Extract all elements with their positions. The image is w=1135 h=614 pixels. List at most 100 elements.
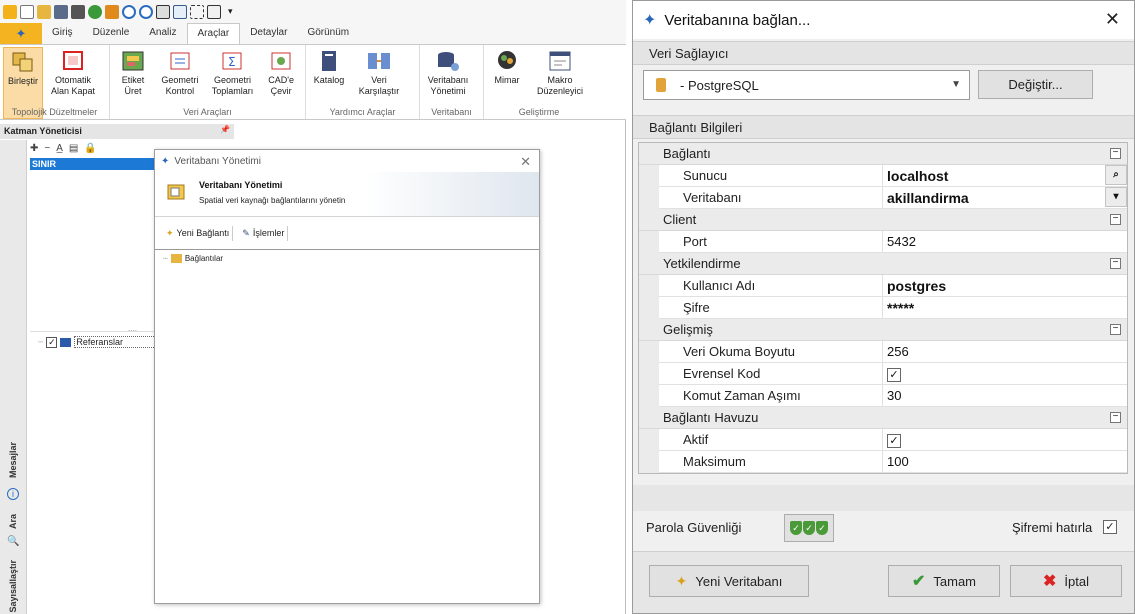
dialog-title: Veritabanına bağlan...: [664, 11, 811, 29]
chevron-down-icon[interactable]: ▾: [1105, 187, 1127, 207]
binoculars-icon[interactable]: ⌕: [1105, 165, 1127, 185]
server-field[interactable]: localhost ⌕: [883, 165, 1127, 186]
property-grid: Bağlantı − Sunucu localhost ⌕ Veritabanı…: [638, 142, 1128, 474]
connections-tree-root[interactable]: ┄ Bağlantılar: [155, 250, 539, 267]
reference-checkbox[interactable]: ✓: [46, 336, 58, 348]
read-size-field[interactable]: 256: [883, 341, 1127, 362]
save-icon[interactable]: [54, 4, 68, 19]
database-management-label: Veritabanı Yönetimi: [427, 75, 469, 96]
collapse-icon[interactable]: −: [1110, 214, 1121, 225]
book-icon: [60, 337, 72, 347]
remove-layer-icon[interactable]: −: [44, 143, 50, 157]
chevron-down-icon: ▼: [951, 79, 961, 90]
universal-code-checkbox[interactable]: ✓: [887, 368, 901, 382]
selection-frame-icon[interactable]: [190, 4, 204, 19]
row-active: Aktif ✓: [659, 429, 1127, 451]
new-connection-icon: ✦: [166, 227, 174, 238]
username-field[interactable]: postgres: [883, 275, 1127, 296]
grid-indent: [639, 429, 659, 473]
collapse-icon[interactable]: −: [1110, 324, 1121, 335]
ribbon-group-caption: Veritabanı: [431, 107, 472, 117]
grid-icon[interactable]: [156, 4, 170, 19]
lock-icon[interactable]: 🔒: [84, 143, 96, 157]
tab-duzenle[interactable]: Düzenle: [83, 23, 140, 44]
tab-gorunum[interactable]: Görünüm: [297, 23, 359, 44]
new-database-button[interactable]: ✦ Yeni Veritabanı: [649, 565, 809, 597]
open-folder-icon[interactable]: [37, 4, 51, 19]
table-icon[interactable]: [173, 4, 187, 19]
inner-close-icon[interactable]: ✕: [520, 154, 531, 170]
side-tab-search[interactable]: Ara: [8, 514, 18, 529]
timeout-label: Komut Zaman Aşımı: [659, 385, 883, 406]
tab-araclar[interactable]: Araçlar: [186, 23, 241, 44]
reference-layer-item[interactable]: ┄ ✓ Referanslar: [38, 336, 164, 348]
collapse-icon[interactable]: −: [1110, 148, 1121, 159]
change-provider-button[interactable]: Değiştir...: [978, 70, 1093, 99]
new-connection-button[interactable]: ✦ Yeni Bağlantı: [163, 225, 234, 241]
ribbon-group-caption: Veri Araçları: [183, 107, 232, 117]
password-field[interactable]: *****: [883, 297, 1127, 318]
convert-to-cad-label: CAD'e Çevir: [268, 75, 295, 96]
category-advanced: Gelişmiş −: [639, 319, 1127, 341]
side-tab-messages[interactable]: Mesajlar: [8, 442, 18, 478]
remember-password-checkbox[interactable]: ✓: [1103, 520, 1117, 534]
provider-value: - PostgreSQL: [680, 77, 759, 93]
new-file-icon[interactable]: [20, 4, 34, 19]
merge-label: Birleştir: [7, 76, 38, 86]
close-icon[interactable]: ✕: [1105, 9, 1120, 30]
pin-icon[interactable]: 📌: [220, 125, 230, 134]
collapse-icon[interactable]: −: [1110, 258, 1121, 269]
geometry-check-icon: [170, 52, 190, 70]
side-tab-digitize[interactable]: Sayısallaştır: [8, 560, 18, 613]
search-icon[interactable]: 🔍: [7, 536, 19, 547]
architect-label: Mimar: [494, 75, 520, 85]
provider-select[interactable]: - PostgreSQL ▼: [643, 70, 970, 100]
grid-footer-band: [633, 485, 1134, 511]
redo-icon[interactable]: [139, 4, 153, 19]
tab-analiz[interactable]: Analiz: [139, 23, 186, 44]
row-timeout: Komut Zaman Aşımı 30: [659, 385, 1127, 407]
password-label: Şifre: [659, 297, 883, 318]
ribbon-tabs: ✦ Giriş Düzenle Analiz Araçlar Detaylar …: [0, 23, 626, 44]
add-layer-icon[interactable]: ✚: [30, 143, 38, 157]
app-star-icon: ✦: [643, 12, 657, 29]
collapse-icon[interactable]: −: [1110, 412, 1121, 423]
file-menu-button[interactable]: ✦: [0, 23, 42, 44]
print-icon[interactable]: [71, 4, 85, 19]
undo-icon[interactable]: [122, 4, 136, 19]
grid-indent: [639, 341, 659, 407]
comment-icon[interactable]: [88, 4, 102, 19]
auto-close-area-icon: [63, 51, 83, 70]
port-field[interactable]: 5432: [883, 231, 1127, 252]
auto-close-area-label: Otomatik Alan Kapat: [50, 75, 96, 96]
tab-giris[interactable]: Giriş: [42, 23, 83, 44]
database-folder-icon: [167, 184, 185, 200]
database-field[interactable]: akillandirma ▾: [883, 187, 1127, 208]
macro-editor-label: Makro Düzenleyici: [536, 75, 584, 96]
info-icon[interactable]: i: [7, 488, 19, 500]
abc-icon[interactable]: A̲: [56, 143, 63, 157]
properties-icon[interactable]: ▤: [69, 143, 78, 157]
grid-indent: [639, 231, 659, 253]
grid-indent: [639, 275, 659, 319]
shield-check-icon: ✓: [803, 521, 815, 535]
tab-detaylar[interactable]: Detaylar: [240, 23, 297, 44]
operations-button[interactable]: ✎ İşlemler: [239, 225, 289, 241]
data-compare-icon: [368, 53, 390, 69]
ok-button[interactable]: ✔ Tamam: [888, 565, 1000, 597]
provider-section-header: Veri Sağlayıcı: [633, 41, 1134, 65]
max-field[interactable]: 100: [883, 451, 1127, 472]
customize-qat-icon[interactable]: ▾: [228, 6, 233, 17]
zoom-icon[interactable]: [207, 4, 221, 19]
macro-editor-icon: [549, 51, 571, 71]
tree-line: ┄: [163, 254, 168, 263]
timeout-field[interactable]: 30: [883, 385, 1127, 406]
max-label: Maksimum: [659, 451, 883, 472]
row-port: Port 5432: [659, 231, 1127, 253]
cancel-button[interactable]: ✖ İptal: [1010, 565, 1122, 597]
row-username: Kullanıcı Adı postgres: [659, 275, 1127, 297]
folder-icon: [170, 254, 182, 263]
ribbon-group-database: Veritabanı Yönetimi Veritabanı: [420, 45, 484, 119]
folder-warning-icon[interactable]: [105, 4, 119, 19]
active-checkbox[interactable]: ✓: [887, 434, 901, 448]
